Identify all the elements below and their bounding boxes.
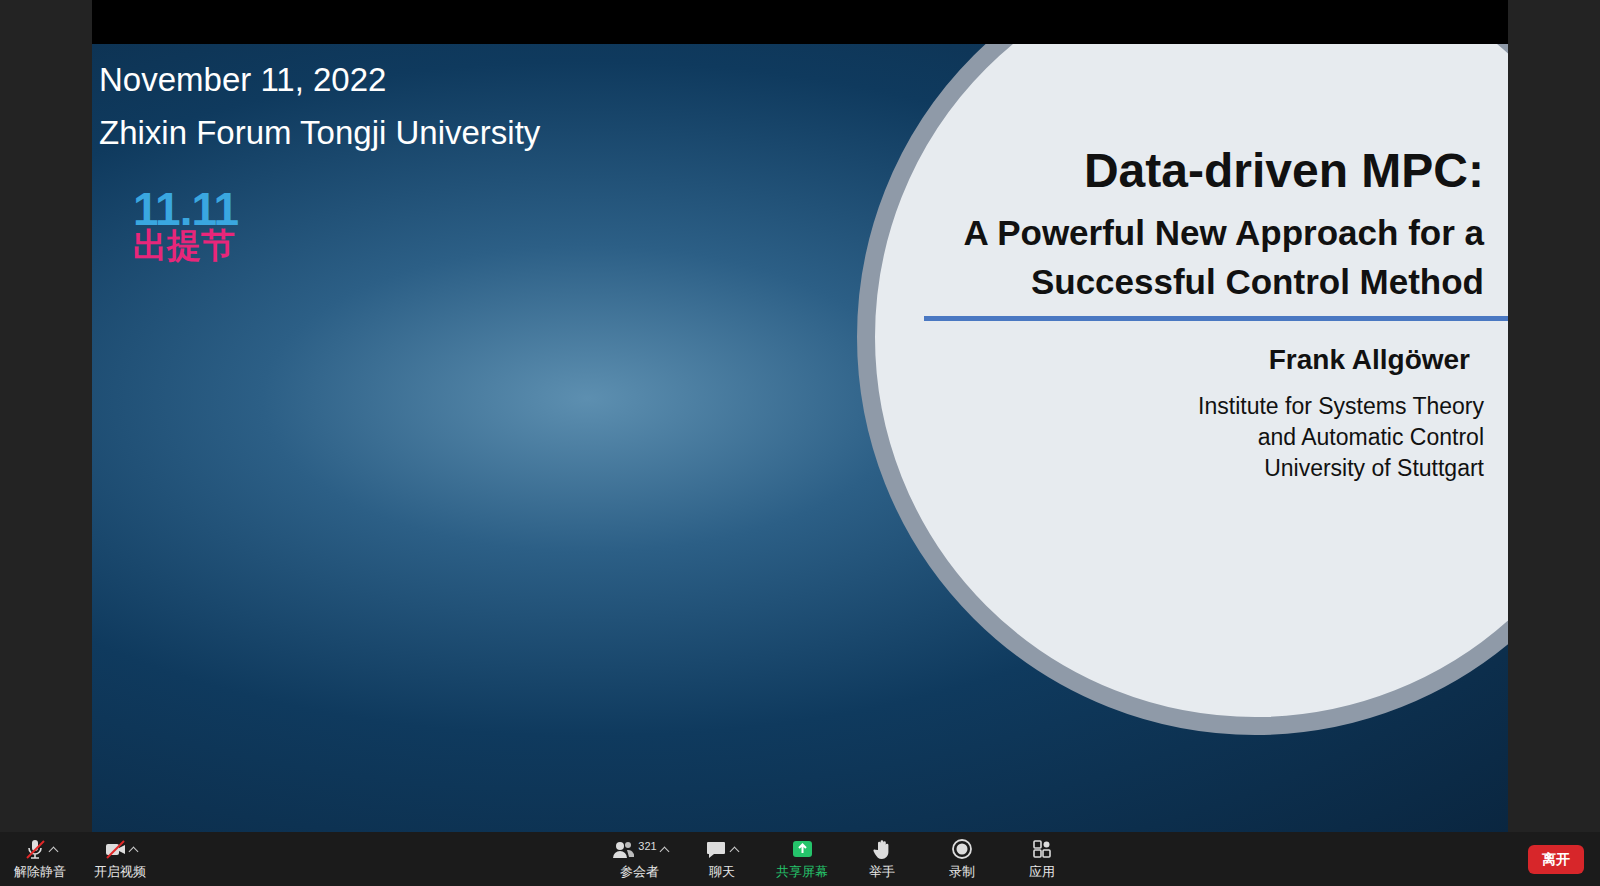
leave-button[interactable]: 离开 <box>1528 845 1584 874</box>
caret-icon[interactable] <box>659 846 669 856</box>
record-icon <box>951 838 973 860</box>
title-rule <box>924 316 1508 321</box>
tool-label: 共享屏幕 <box>776 862 828 882</box>
tool-label: 参会者 <box>620 862 659 882</box>
video-icon <box>104 838 126 860</box>
slide-subtitle: Successful Control Method <box>904 257 1484 306</box>
caret-icon[interactable] <box>128 846 138 856</box>
tool-label: 录制 <box>949 862 975 882</box>
slide-affiliation: Institute for Systems Theory <box>904 391 1484 422</box>
slide: November 11, 2022Zhixin Forum Tongji Uni… <box>92 44 1508 832</box>
hand-button[interactable]: 举手 <box>850 834 914 884</box>
slide-title-block: Data-driven MPC: A Powerful New Approach … <box>904 142 1484 484</box>
tool-label: 开启视频 <box>94 862 146 882</box>
apps-button[interactable]: 应用 <box>1010 834 1074 884</box>
caret-icon[interactable] <box>48 846 58 856</box>
mic-icon <box>24 838 46 860</box>
share-icon <box>791 838 813 860</box>
apps-icon <box>1031 838 1053 860</box>
video-button[interactable]: 开启视频 <box>88 834 152 884</box>
toolbar-right: 离开 <box>1528 845 1592 874</box>
record-button[interactable]: 录制 <box>930 834 994 884</box>
participants-icon <box>612 838 634 860</box>
slide-title: Data-driven MPC: <box>904 142 1484 200</box>
slide-date: November 11, 2022 <box>99 54 1508 107</box>
participants-button[interactable]: 321 参会者 <box>606 834 673 884</box>
chat-button[interactable]: 聊天 <box>690 834 754 884</box>
tool-label: 解除静音 <box>14 862 66 882</box>
caret-icon[interactable] <box>730 846 740 856</box>
tool-label: 聊天 <box>709 862 735 882</box>
share-button[interactable]: 共享屏幕 <box>770 834 834 884</box>
participant-count: 321 <box>638 838 656 855</box>
slide-author: Frank Allgöwer <box>904 339 1470 381</box>
mic-button[interactable]: 解除静音 <box>8 834 72 884</box>
chat-icon <box>705 838 727 860</box>
slide-affiliation: University of Stuttgart <box>904 453 1484 484</box>
meeting-toolbar: 解除静音 开启视频 321 参会者 聊天 共享屏幕 举手 录制 应用 离开 <box>0 832 1600 886</box>
slide-affiliation: and Automatic Control <box>904 422 1484 453</box>
toolbar-left: 解除静音 开启视频 <box>8 834 152 884</box>
slide-subtitle: A Powerful New Approach for a <box>904 208 1484 257</box>
tool-label: 应用 <box>1029 862 1055 882</box>
toolbar-center: 321 参会者 聊天 共享屏幕 举手 录制 应用 <box>152 834 1528 884</box>
tool-label: 举手 <box>869 862 895 882</box>
shared-screen: November 11, 2022Zhixin Forum Tongji Uni… <box>92 0 1508 832</box>
hand-icon <box>871 838 893 860</box>
